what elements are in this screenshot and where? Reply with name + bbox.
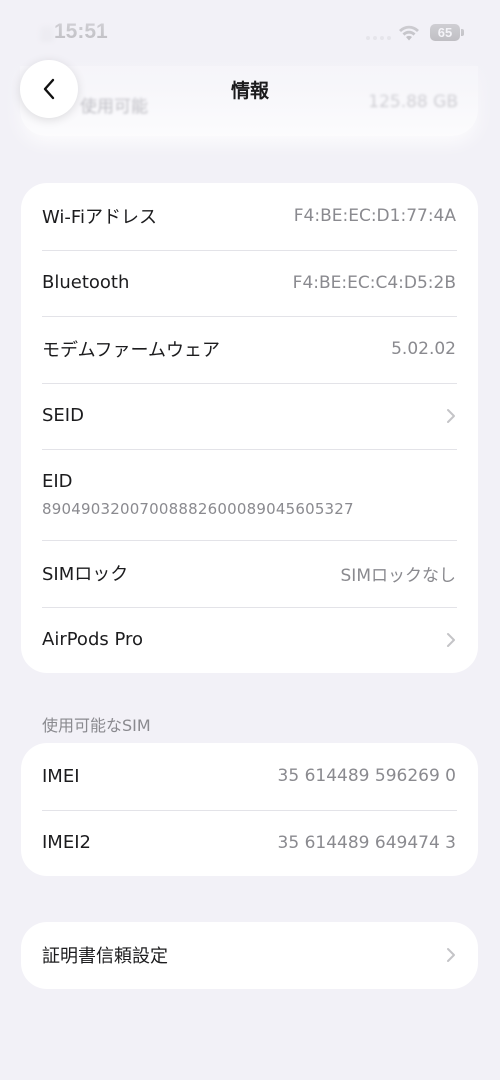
bluetooth-row: Bluetooth F4:BE:EC:C4:D5:2B — [21, 249, 478, 317]
sim-lock-row: SIMロック SIMロックなし — [21, 540, 478, 607]
eid-row: EID 89049032007008882600089045605327 — [21, 449, 478, 540]
battery-tip — [461, 29, 464, 36]
row-value: 35 614489 649474 3 — [277, 832, 456, 853]
seid-row[interactable]: SEID — [21, 382, 478, 450]
wifi-icon — [399, 25, 419, 41]
certificate-card: 証明書信頼設定 — [21, 922, 478, 989]
status-blur-mark — [40, 26, 54, 42]
row-value: F4:BE:EC:D1:77:4A — [293, 206, 456, 227]
row-label: IMEI — [42, 765, 80, 787]
row-label: Bluetooth — [42, 272, 130, 294]
chevron-right-icon — [447, 408, 455, 423]
row-value: F4:BE:EC:C4:D5:2B — [292, 272, 456, 293]
row-label: SEID — [42, 405, 84, 427]
imei-row: IMEI 35 614489 596269 0 — [21, 743, 478, 810]
row-label: Wi-Fiアドレス — [42, 207, 157, 229]
row-value: 35 614489 596269 0 — [277, 766, 456, 787]
sim-card: IMEI 35 614489 596269 0 IMEI2 35 614489 … — [21, 743, 478, 876]
cellular-signal-icon — [366, 36, 391, 40]
status-time: 15:51 — [54, 20, 108, 43]
row-label: SIMロック — [42, 564, 129, 586]
row-label: モデムファームウェア — [42, 340, 221, 362]
row-label: AirPods Pro — [42, 629, 144, 651]
status-bar: 15:51 65 — [0, 0, 500, 64]
row-value: SIMロックなし — [340, 565, 456, 586]
eid-value: 89049032007008882600089045605327 — [42, 500, 354, 518]
sim-section-header: 使用可能なSIM — [42, 716, 151, 735]
modem-firmware-row: モデムファームウェア 5.02.02 — [21, 316, 478, 383]
row-label: IMEI2 — [42, 832, 91, 854]
wifi-address-row: Wi-Fiアドレス F4:BE:EC:D1:77:4A — [21, 183, 478, 250]
page-title: 情報 — [230, 80, 269, 102]
row-label: 証明書信頼設定 — [42, 946, 168, 968]
row-value: 5.02.02 — [391, 339, 456, 360]
chevron-right-icon — [447, 632, 455, 647]
certificate-trust-settings-row[interactable]: 証明書信頼設定 — [21, 922, 478, 989]
imei2-row: IMEI2 35 614489 649474 3 — [21, 809, 478, 877]
chevron-right-icon — [447, 948, 455, 963]
battery-indicator: 65 — [430, 24, 460, 41]
device-info-card: Wi-Fiアドレス F4:BE:EC:D1:77:4A Bluetooth F4… — [21, 183, 478, 673]
row-label: EID — [42, 471, 73, 492]
airpods-pro-row[interactable]: AirPods Pro — [21, 606, 478, 674]
